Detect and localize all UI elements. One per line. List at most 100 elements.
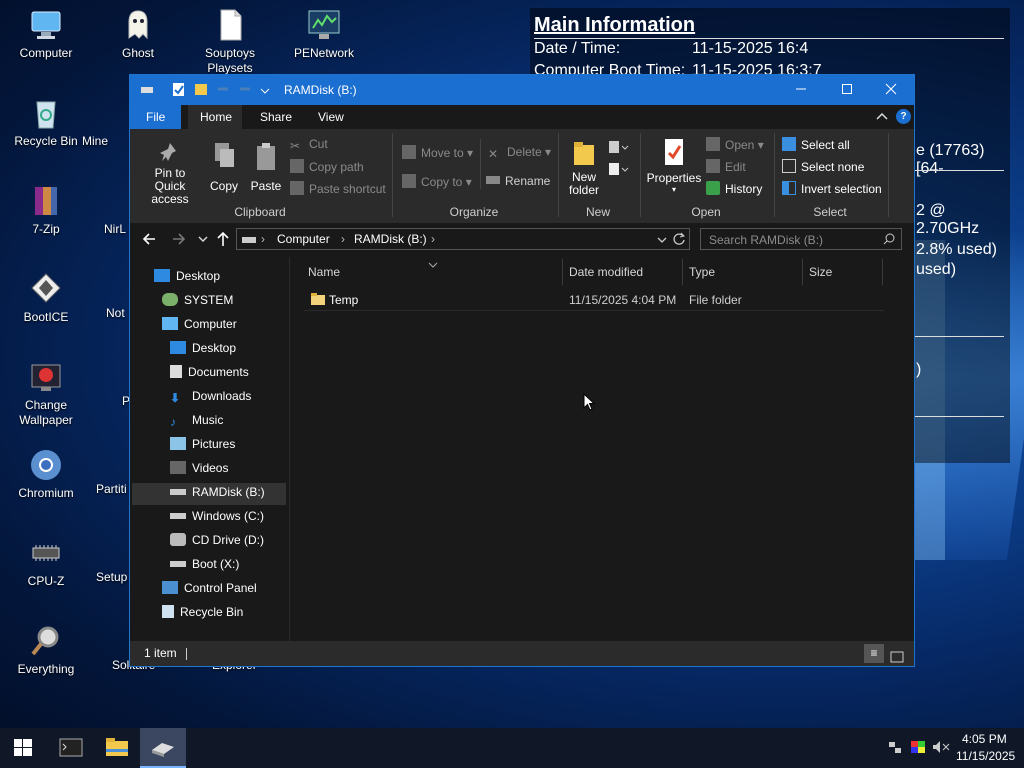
nav-item-system[interactable]: SYSTEM <box>162 289 233 311</box>
minimize-button[interactable] <box>778 75 824 105</box>
column-header-type[interactable]: Type <box>689 265 715 279</box>
redo-quick-icon[interactable] <box>238 81 252 97</box>
nav-item-label: Downloads <box>192 389 252 403</box>
copy-button[interactable]: Copy <box>206 141 242 193</box>
help-icon[interactable]: ? <box>896 109 911 124</box>
recent-locations-chevron-icon[interactable] <box>198 233 208 247</box>
tab-view[interactable]: View <box>306 105 356 129</box>
display-tray-icon[interactable] <box>910 740 926 757</box>
column-separator[interactable] <box>682 259 683 285</box>
nav-item-boot-x[interactable]: Boot (X:) <box>170 553 239 575</box>
delete-button[interactable]: ✕ Delete ▾ <box>488 145 551 161</box>
nav-item-ramdisk[interactable]: RAMDisk (B:) <box>170 481 265 503</box>
breadcrumb-computer[interactable]: Computer <box>277 232 330 246</box>
close-button[interactable] <box>868 75 914 105</box>
nav-item-label: Music <box>192 413 224 427</box>
start-button[interactable] <box>0 728 46 768</box>
copy-to-button[interactable]: Copy to ▾ <box>402 174 472 189</box>
nav-item-label: SYSTEM <box>184 293 234 307</box>
taskbar-file-explorer[interactable] <box>94 728 140 768</box>
select-all-button[interactable]: Select all <box>782 137 850 152</box>
properties-button[interactable]: Properties ▾ <box>646 137 702 194</box>
refresh-icon[interactable] <box>673 232 685 249</box>
nav-item-windows-c[interactable]: Windows (C:) <box>170 505 264 527</box>
column-header-name[interactable]: Name <box>308 265 340 279</box>
desktop-icon-not[interactable]: Not <box>106 272 130 321</box>
paste-button[interactable]: Paste <box>248 141 284 193</box>
desktop-icon-bootice[interactable]: BootICE <box>2 272 90 325</box>
move-to-button[interactable]: Move to ▾ <box>402 145 473 160</box>
desktop-icon-recycle-bin[interactable]: Recycle Bin <box>2 96 90 149</box>
column-separator[interactable] <box>562 259 563 285</box>
forward-arrow-icon[interactable] <box>172 232 186 249</box>
volume-muted-icon[interactable] <box>932 740 950 757</box>
details-view-icon[interactable]: ≡ <box>864 644 884 663</box>
network-tray-icon[interactable] <box>888 740 902 757</box>
nav-item-documents[interactable]: Documents <box>170 361 249 383</box>
properties-quick-icon[interactable] <box>172 81 186 97</box>
desktop-icon-mine[interactable]: Mine <box>82 96 130 149</box>
cut-button[interactable]: ✂ Cut <box>290 137 328 153</box>
desktop-icon-everything[interactable]: Everything <box>2 624 90 677</box>
rename-button[interactable]: Rename <box>486 174 550 188</box>
maximize-button[interactable] <box>824 75 870 105</box>
new-item-icon[interactable] <box>608 139 630 158</box>
desktop-icon-penetwork[interactable]: PENetwork <box>280 8 368 61</box>
column-header-date[interactable]: Date modified <box>569 265 643 279</box>
undo-quick-icon[interactable] <box>216 81 230 97</box>
nav-item-control-panel[interactable]: Control Panel <box>162 577 257 599</box>
nav-item-cd-drive[interactable]: CD Drive (D:) <box>170 529 264 551</box>
nav-item-desktop[interactable]: Desktop <box>154 265 220 287</box>
nav-item-videos[interactable]: Videos <box>170 457 228 479</box>
column-header-size[interactable]: Size <box>809 265 832 279</box>
taskbar-ramdisk-window[interactable] <box>140 728 186 768</box>
tab-file[interactable]: File <box>130 105 182 129</box>
desktop-icon-setup[interactable]: Setup <box>96 570 130 585</box>
nav-item-computer[interactable]: Computer <box>162 313 237 335</box>
navigation-pane: Desktop SYSTEM Computer Desktop Document… <box>130 257 288 641</box>
tab-share[interactable]: Share <box>248 105 304 129</box>
easy-access-icon[interactable] <box>608 161 630 180</box>
collapse-ribbon-icon[interactable] <box>876 110 888 125</box>
desktop-icon-ghost[interactable]: Ghost <box>94 8 182 61</box>
title-bar[interactable]: RAMDisk (B:) <box>130 75 914 105</box>
taskbar-date[interactable]: 11/15/2025 <box>956 749 1015 763</box>
nav-item-music[interactable]: ♪ Music <box>170 409 223 431</box>
new-folder-button[interactable]: New folder <box>564 139 604 197</box>
desktop-icon-souptoys[interactable]: Souptoys Playsets <box>186 8 274 76</box>
pin-quick-access-button[interactable]: Pin to Quick access <box>138 141 202 206</box>
invert-selection-button[interactable]: Invert selection <box>782 181 882 196</box>
nav-item-desktop-folder[interactable]: Desktop <box>170 337 236 359</box>
open-button[interactable]: Open ▾ <box>706 137 764 152</box>
edit-button[interactable]: Edit <box>706 159 746 174</box>
clipboard-group-label: Clipboard <box>234 205 286 219</box>
taskbar-time[interactable]: 4:05 PM <box>962 732 1007 746</box>
nav-item-recycle-bin[interactable]: Recycle Bin <box>162 601 243 623</box>
desktop-icon-computer[interactable]: Computer <box>2 8 90 61</box>
address-dropdown-icon[interactable] <box>657 234 667 248</box>
nav-item-downloads[interactable]: ⬇ Downloads <box>170 385 251 407</box>
nav-item-pictures[interactable]: Pictures <box>170 433 235 455</box>
up-arrow-icon[interactable] <box>216 231 230 250</box>
table-row[interactable]: Temp 11/15/2025 4:04 PM File folder <box>304 289 884 311</box>
search-input[interactable]: Search RAMDisk (B:) <box>700 228 902 250</box>
taskbar-terminal[interactable] <box>48 728 94 768</box>
desktop-icon-7zip[interactable]: 7-Zip <box>2 184 90 237</box>
new-folder-quick-icon[interactable] <box>194 81 208 97</box>
history-button[interactable]: History <box>706 181 762 196</box>
back-arrow-icon[interactable] <box>142 232 156 249</box>
desktop-icon-cpu-z[interactable]: CPU-Z <box>2 536 90 589</box>
customize-quick-access-icon[interactable] <box>260 85 274 101</box>
select-none-button[interactable]: Select none <box>782 159 864 174</box>
paste-shortcut-button[interactable]: Paste shortcut <box>290 181 386 196</box>
tab-home[interactable]: Home <box>188 105 242 129</box>
column-separator[interactable] <box>802 259 803 285</box>
address-bar[interactable]: › Computer › RAMDisk (B:) › <box>236 228 690 250</box>
column-separator[interactable] <box>882 259 883 285</box>
desktop-icon-change-wallpaper[interactable]: Change Wallpaper <box>2 360 90 428</box>
copy-path-button[interactable]: Copy path <box>290 159 364 174</box>
desktop-icon-partiti[interactable]: Partiti <box>96 482 130 497</box>
large-icons-view-icon[interactable] <box>890 647 904 672</box>
desktop-icon-chromium[interactable]: Chromium <box>2 448 90 501</box>
breadcrumb-ramdisk[interactable]: RAMDisk (B:) <box>354 232 427 246</box>
